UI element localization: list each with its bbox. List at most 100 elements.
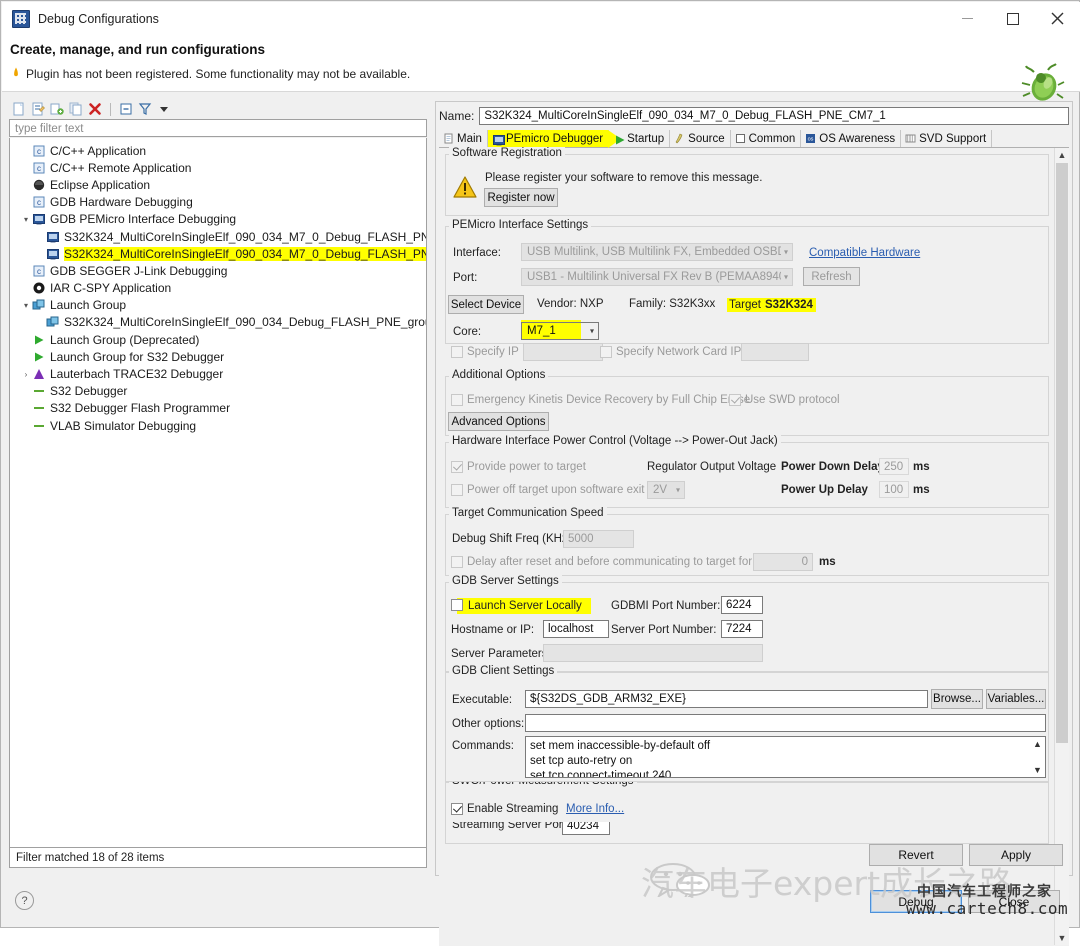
chevron-up-icon[interactable]: ▲: [1031, 738, 1044, 750]
more-info-link[interactable]: More Info...: [566, 803, 624, 815]
port-combo[interactable]: USB1 - Multilink Universal FX Rev B (PEM…: [521, 268, 793, 286]
close-window-button[interactable]: [1035, 2, 1080, 35]
collapse-all-icon[interactable]: [118, 101, 134, 117]
close-button[interactable]: Close: [968, 890, 1060, 913]
tree-item[interactable]: Launch Group for S32 Debugger: [10, 348, 426, 365]
debug-button[interactable]: Debug: [870, 890, 962, 913]
apply-button[interactable]: Apply: [969, 844, 1063, 866]
duplicate-icon[interactable]: [68, 101, 84, 117]
tree-twistie-icon[interactable]: ▾: [20, 215, 32, 224]
gdbmi-port-input[interactable]: 6224: [721, 596, 763, 614]
configurations-pane: type filter text c C/C++ Application c C/C+…: [9, 99, 429, 874]
target-comm-speed-title: Target Communication Speed: [449, 507, 607, 519]
new-config-icon[interactable]: [11, 101, 27, 117]
tree-item[interactable]: › Lauterbach TRACE32 Debugger: [10, 365, 426, 382]
power-off-label: Power off target upon software exit: [467, 484, 645, 496]
minimize-button[interactable]: [945, 2, 990, 35]
delay-after-reset-input: 0: [753, 553, 813, 571]
browse-button[interactable]: Browse...: [931, 689, 983, 709]
settings-scrollbar[interactable]: ▲ ▼: [1054, 148, 1069, 945]
chevron-down-icon[interactable]: ▼: [1031, 764, 1044, 776]
tree-item[interactable]: ▾ Launch Group: [10, 297, 426, 314]
other-options-input[interactable]: [525, 714, 1046, 732]
export-icon[interactable]: [49, 101, 65, 117]
tree-item[interactable]: c GDB SEGGER J-Link Debugging: [10, 262, 426, 279]
tab-main[interactable]: Main: [439, 130, 488, 147]
launch-server-locally-checkbox[interactable]: [451, 599, 463, 611]
advanced-options-button[interactable]: Advanced Options: [448, 412, 549, 431]
tab-pemicro-debugger[interactable]: PEmicro Debugger: [487, 130, 622, 148]
commands-scrollbar[interactable]: ▲ ▼: [1031, 738, 1044, 776]
configurations-toolbar: [9, 99, 429, 119]
tree-item[interactable]: S32 Debugger: [10, 383, 426, 400]
variables-button[interactable]: Variables...: [986, 689, 1046, 709]
tree-item[interactable]: IAR C-SPY Application: [10, 280, 426, 297]
scroll-up-icon[interactable]: ▲: [1055, 148, 1069, 162]
hostname-input[interactable]: localhost: [543, 620, 609, 638]
svg-text:c: c: [37, 198, 41, 207]
tree-item[interactable]: S32K324_MultiCoreInSingleElf_090_034_M7_…: [10, 228, 426, 245]
emergency-recovery-label: Emergency Kinetis Device Recovery by Ful…: [467, 394, 751, 406]
tab-label: SVD Support: [919, 132, 987, 145]
core-combo[interactable]: M7_1 ▾: [521, 322, 599, 340]
delay-after-reset-unit: ms: [819, 556, 836, 568]
tree-item[interactable]: c C/C++ Remote Application: [10, 159, 426, 176]
filter-icon[interactable]: [137, 101, 153, 117]
tree-item[interactable]: Launch Group (Deprecated): [10, 331, 426, 348]
select-device-button[interactable]: Select Device: [448, 295, 524, 314]
pemicro-icon: [46, 230, 60, 244]
executable-input[interactable]: ${S32DS_GDB_ARM32_EXE}: [525, 690, 928, 708]
tab-os-awareness[interactable]: os OS Awareness: [801, 130, 902, 147]
common-icon: [735, 133, 746, 144]
tree-item[interactable]: S32K324_MultiCoreInSingleElf_090_034_M7_…: [10, 245, 426, 262]
delete-icon[interactable]: [87, 101, 103, 117]
interface-combo[interactable]: USB Multilink, USB Multilink FX, Embedde…: [521, 243, 793, 261]
enable-streaming-checkbox[interactable]: [451, 803, 463, 815]
executable-label: Executable:: [452, 694, 513, 706]
warning-small-icon: [14, 67, 18, 77]
scrollbar-thumb[interactable]: [1056, 163, 1068, 743]
compatible-hardware-link[interactable]: Compatible Hardware: [809, 247, 920, 259]
register-now-button[interactable]: Register now: [484, 188, 558, 207]
streaming-port-input[interactable]: 40234: [562, 822, 610, 835]
configurations-tree[interactable]: c C/C++ Application c C/C++ Remote Applicat…: [9, 138, 427, 848]
tree-item[interactable]: VLAB Simulator Debugging: [10, 417, 426, 434]
delay-after-reset-label: Delay after reset and before communicati…: [467, 556, 753, 568]
tree-item[interactable]: S32 Debugger Flash Programmer: [10, 400, 426, 417]
revert-button[interactable]: Revert: [869, 844, 963, 866]
tree-item-label: S32 Debugger Flash Programmer: [50, 401, 231, 416]
tree-item-label: Lauterbach TRACE32 Debugger: [50, 367, 224, 382]
tree-item[interactable]: c GDB Hardware Debugging: [10, 194, 426, 211]
view-menu-icon[interactable]: [156, 101, 172, 117]
tree-item[interactable]: Eclipse Application: [10, 176, 426, 193]
interface-value: USB Multilink, USB Multilink FX, Embedde…: [527, 246, 781, 258]
server-port-input[interactable]: 7224: [721, 620, 763, 638]
tree-twistie-icon[interactable]: ▾: [20, 301, 32, 310]
server-port-label: Server Port Number:: [611, 624, 717, 636]
tree-item-label: Launch Group for S32 Debugger: [50, 349, 225, 364]
configuration-editor-pane: Name: S32K324_MultiCoreInSingleElf_090_0…: [435, 101, 1073, 946]
svg-text:c: c: [37, 267, 41, 276]
filter-input[interactable]: type filter text: [9, 119, 427, 137]
tree-item[interactable]: S32K324_MultiCoreInSingleElf_090_034_Deb…: [10, 314, 426, 331]
commands-textarea[interactable]: set mem inaccessible-by-default off set …: [525, 736, 1046, 778]
tab-startup[interactable]: Startup: [609, 130, 671, 147]
scroll-down-icon[interactable]: ▼: [1055, 931, 1069, 945]
window-title: Debug Configurations: [38, 11, 159, 26]
tree-item[interactable]: ▾ GDB PEMicro Interface Debugging: [10, 211, 426, 228]
tree-twistie-icon[interactable]: ›: [20, 370, 32, 379]
specify-network-card-ip-label: Specify Network Card IP: [616, 346, 742, 358]
tree-item-label: GDB SEGGER J-Link Debugging: [50, 263, 228, 278]
tree-item[interactable]: c C/C++ Application: [10, 142, 426, 159]
maximize-button[interactable]: [990, 2, 1035, 35]
tab-label: Main: [457, 132, 482, 145]
help-button[interactable]: ?: [15, 891, 34, 910]
power-control-group: Hardware Interface Power Control (Voltag…: [445, 435, 1049, 508]
tab-svd-support[interactable]: SVD Support: [901, 130, 993, 147]
new-prototype-icon[interactable]: [30, 101, 46, 117]
tab-source[interactable]: Source: [670, 130, 731, 147]
vendor-label: Vendor: NXP: [537, 298, 604, 310]
name-input[interactable]: S32K324_MultiCoreInSingleElf_090_034_M7_…: [479, 106, 1069, 125]
regulator-output-voltage-label: Regulator Output Voltage: [647, 461, 777, 473]
tab-common[interactable]: Common: [731, 130, 802, 147]
